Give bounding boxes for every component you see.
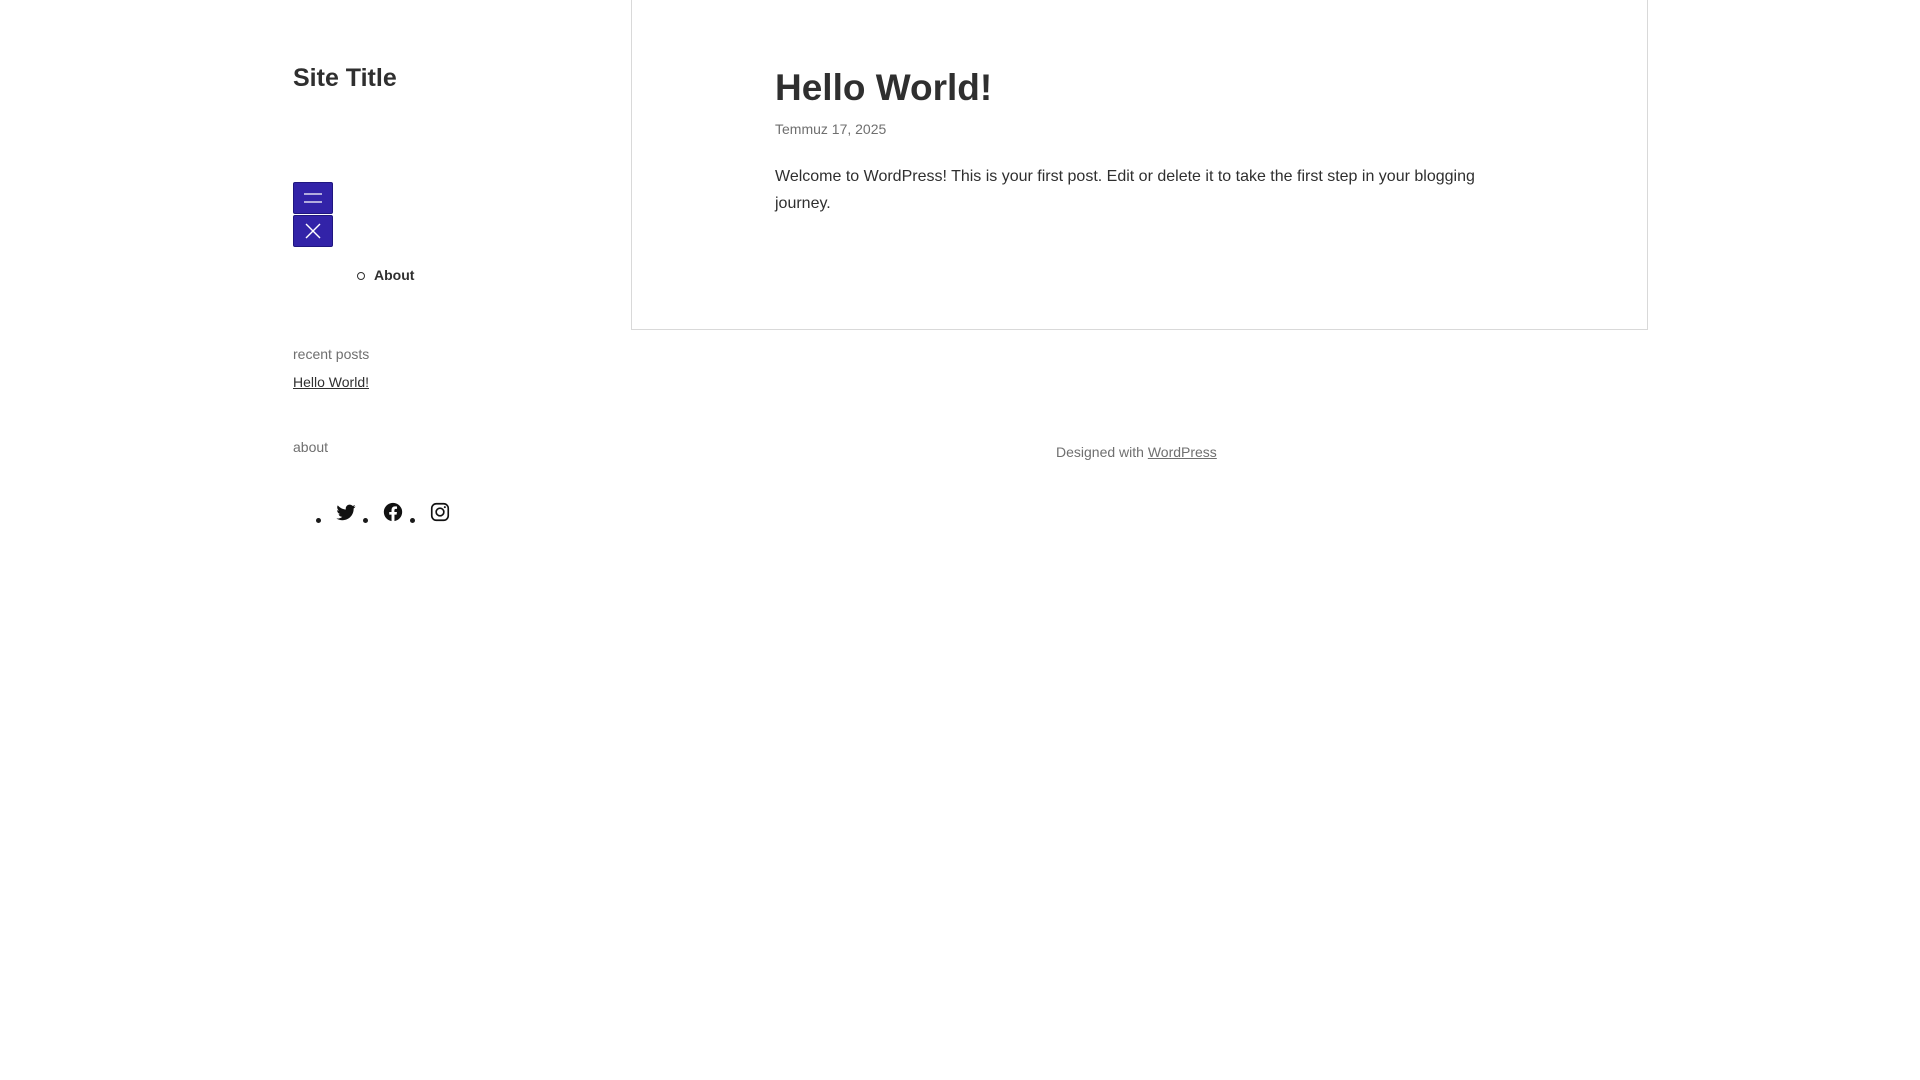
social-links bbox=[316, 500, 457, 523]
hamburger-icon bbox=[304, 193, 322, 203]
post-date: Temmuz 17, 2025 bbox=[775, 121, 887, 137]
instagram-icon[interactable] bbox=[429, 501, 451, 523]
social-item-instagram bbox=[410, 500, 451, 523]
post-body: Welcome to WordPress! This is your first… bbox=[775, 168, 1475, 212]
list-bullet bbox=[316, 518, 321, 523]
recent-post-link[interactable]: Hello World! bbox=[293, 372, 369, 392]
post-title[interactable]: Hello World! bbox=[775, 66, 992, 110]
close-menu-button[interactable] bbox=[293, 215, 333, 247]
page: Site Title About recent posts Hello Worl… bbox=[0, 0, 1920, 1080]
navigation-menu: About bbox=[356, 265, 414, 285]
site-footer: Designed with WordPress bbox=[1056, 442, 1217, 462]
close-icon bbox=[305, 223, 321, 239]
social-item-facebook bbox=[363, 500, 404, 523]
twitter-icon[interactable] bbox=[335, 501, 357, 523]
nav-item-about[interactable]: About bbox=[356, 265, 414, 285]
wordpress-link[interactable]: WordPress bbox=[1148, 444, 1217, 460]
recent-posts-heading: recent posts bbox=[293, 346, 370, 362]
list-bullet bbox=[410, 518, 415, 523]
site-title[interactable]: Site Title bbox=[293, 62, 397, 94]
about-heading: about bbox=[293, 439, 329, 455]
list-bullet bbox=[363, 518, 368, 523]
footer-credit-text: Designed with bbox=[1056, 444, 1148, 460]
social-item-twitter bbox=[316, 500, 357, 523]
open-menu-button[interactable] bbox=[293, 182, 333, 214]
facebook-icon[interactable] bbox=[382, 501, 404, 523]
